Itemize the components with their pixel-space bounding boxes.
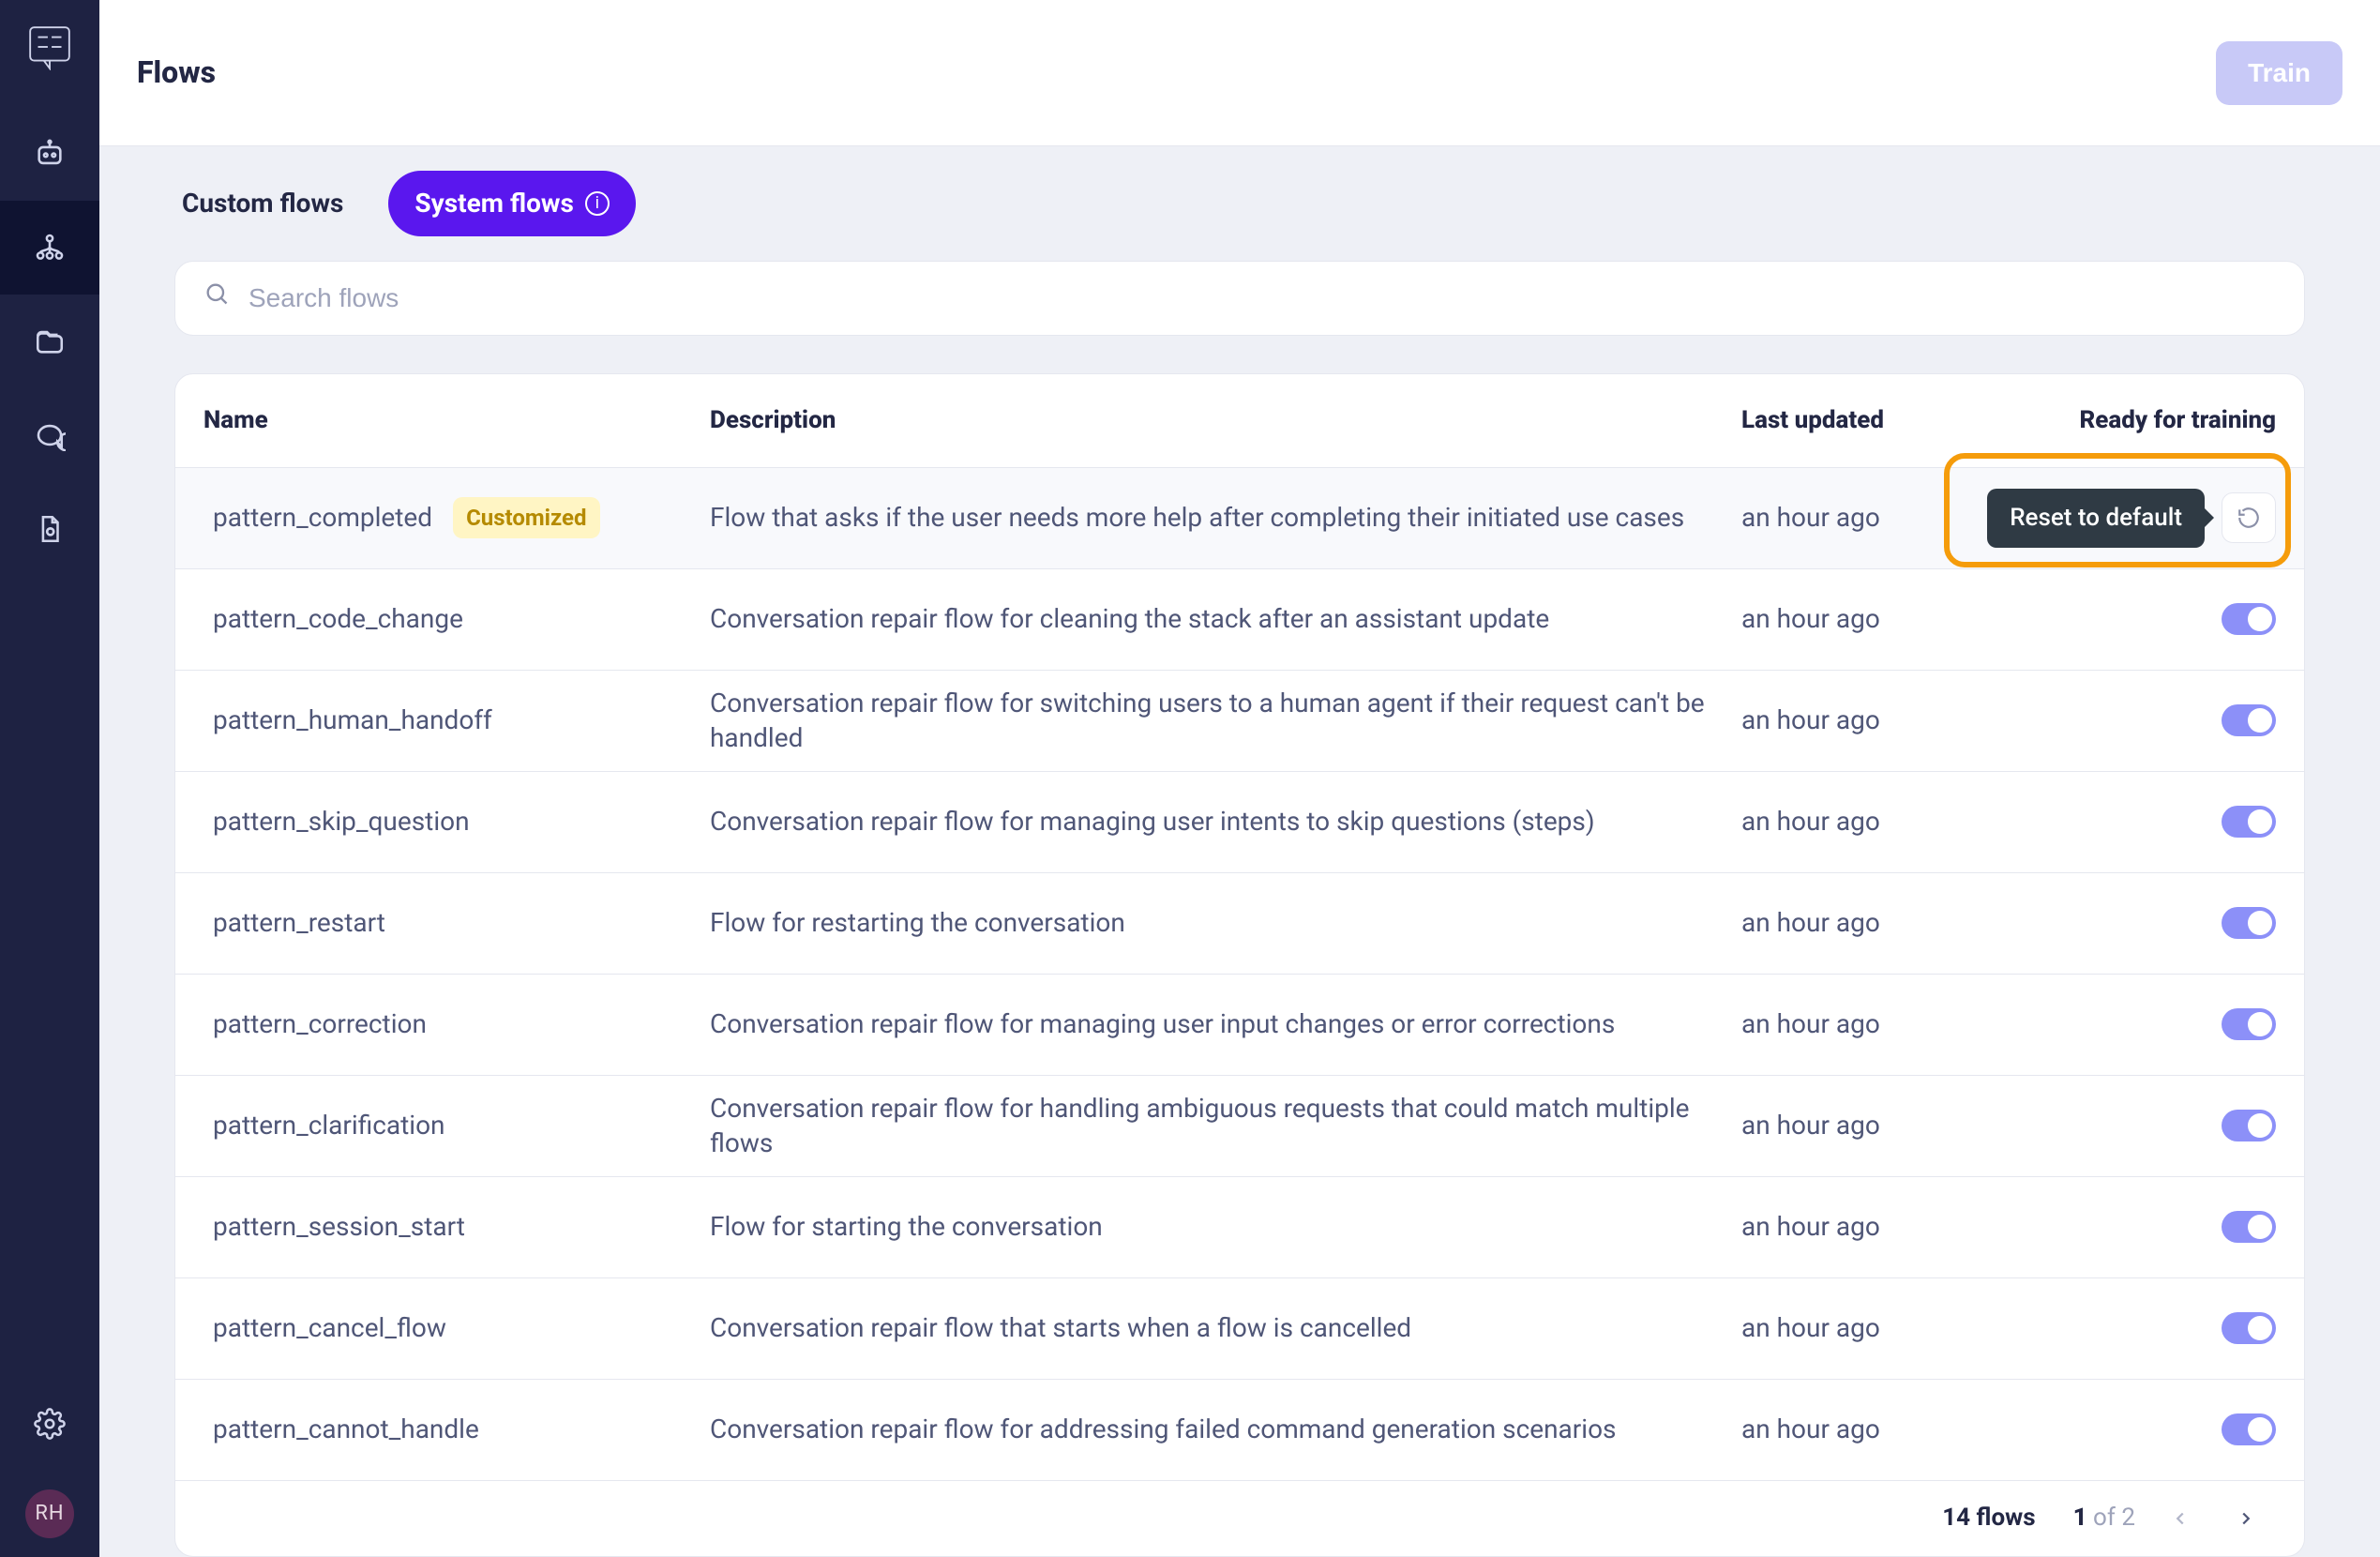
ready-toggle[interactable] — [2222, 1413, 2276, 1445]
table-row[interactable]: pattern_cannot_handle Conversation repair… — [175, 1380, 2304, 1481]
nav-documents[interactable] — [0, 482, 99, 576]
flow-description: Conversation repair flow for addressing … — [710, 1412, 1741, 1447]
page-indicator: 1 of 2 — [2073, 1502, 2135, 1534]
table-row[interactable]: pattern_clarification Conversation repair… — [175, 1076, 2304, 1177]
table-row[interactable]: pattern_completed Customized Flow that ask… — [175, 468, 2304, 569]
ready-toggle[interactable] — [2222, 1110, 2276, 1141]
flow-name: pattern_completed — [213, 500, 432, 536]
flow-name: pattern_session_start — [213, 1209, 465, 1245]
tabs: Custom flows System flows i — [137, 171, 2342, 236]
tab-system-flows[interactable]: System flows i — [388, 171, 635, 236]
prev-page[interactable] — [2160, 1498, 2201, 1539]
nav-conversations[interactable] — [0, 388, 99, 482]
ready-toggle[interactable] — [2222, 1312, 2276, 1344]
flow-name: pattern_correction — [213, 1006, 427, 1042]
ready-toggle[interactable] — [2222, 603, 2276, 635]
side-navigation — [0, 107, 99, 576]
logo-icon — [25, 23, 74, 71]
table-row[interactable]: pattern_code_change Conversation repair f… — [175, 569, 2304, 671]
ready-toggle[interactable] — [2222, 907, 2276, 939]
flow-description: Flow for restarting the conversation — [710, 905, 1741, 941]
page-title: Flows — [137, 53, 216, 93]
customized-badge: Customized — [453, 497, 599, 538]
table-row[interactable]: pattern_correction Conversation repair fl… — [175, 975, 2304, 1076]
next-page[interactable] — [2225, 1498, 2267, 1539]
flow-name: pattern_cancel_flow — [213, 1310, 446, 1346]
flow-updated: an hour ago — [1741, 1006, 1985, 1042]
ready-toggle[interactable] — [2222, 1211, 2276, 1243]
flow-updated: an hour ago — [1741, 1108, 1985, 1143]
flow-name: pattern_code_change — [213, 601, 463, 637]
pager: 1 of 2 — [2073, 1498, 2267, 1539]
flow-updated: an hour ago — [1741, 1310, 1985, 1346]
avatar[interactable]: RH — [25, 1489, 74, 1538]
table-header: Name Description Last updated Ready for … — [175, 374, 2304, 468]
sidebar: RH — [0, 0, 99, 1557]
search-input[interactable] — [247, 282, 2276, 314]
flow-name: pattern_clarification — [213, 1108, 445, 1143]
col-description: Description — [710, 404, 1741, 437]
nav-assistant[interactable] — [0, 107, 99, 201]
table-row[interactable]: pattern_human_handoff Conversation repair… — [175, 671, 2304, 772]
flow-description: Conversation repair flow for cleaning th… — [710, 601, 1741, 637]
flow-description: Conversation repair flow for managing us… — [710, 1006, 1741, 1042]
ready-toggle[interactable] — [2222, 1008, 2276, 1040]
flow-updated: an hour ago — [1741, 905, 1985, 941]
flow-name: pattern_skip_question — [213, 804, 470, 839]
search-icon — [203, 280, 230, 316]
flow-description: Conversation repair flow for switching u… — [710, 686, 1741, 757]
flow-name: pattern_restart — [213, 905, 385, 941]
flow-updated: an hour ago — [1741, 1412, 1985, 1447]
col-updated: Last updated — [1741, 404, 1985, 437]
reset-to-default-button[interactable] — [2222, 492, 2276, 543]
topbar: Flows Train — [99, 0, 2380, 146]
info-icon: i — [585, 191, 610, 216]
flow-description: Conversation repair flow for managing us… — [710, 804, 1741, 839]
col-name: Name — [203, 404, 710, 437]
nav-files[interactable] — [0, 295, 99, 388]
flow-description: Conversation repair flow that starts whe… — [710, 1310, 1741, 1346]
flow-updated: an hour ago — [1741, 500, 1985, 536]
tab-custom-flows[interactable]: Custom flows — [156, 171, 369, 236]
table-row[interactable]: pattern_restart Flow for restarting the c… — [175, 873, 2304, 975]
flow-description: Conversation repair flow for handling am… — [710, 1091, 1741, 1162]
table-row[interactable]: pattern_skip_question Conversation repair… — [175, 772, 2304, 873]
train-button[interactable]: Train — [2216, 41, 2342, 105]
flow-updated: an hour ago — [1741, 804, 1985, 839]
flow-updated: an hour ago — [1741, 601, 1985, 637]
ready-toggle[interactable] — [2222, 806, 2276, 838]
main-content: Flows Train Custom flows System flows i … — [99, 0, 2380, 1557]
reset-tooltip: Reset to default — [1987, 489, 2205, 548]
flow-description: Flow for starting the conversation — [710, 1209, 1741, 1245]
flow-description: Flow that asks if the user needs more he… — [710, 500, 1741, 536]
nav-settings[interactable] — [34, 1377, 66, 1471]
flow-name: pattern_cannot_handle — [213, 1412, 479, 1447]
table-footer: 14 flows 1 of 2 — [175, 1481, 2304, 1556]
table-row[interactable]: pattern_cancel_flow Conversation repair f… — [175, 1278, 2304, 1380]
flow-name: pattern_human_handoff — [213, 703, 492, 738]
col-ready: Ready for training — [1985, 404, 2276, 437]
table-row[interactable]: pattern_session_start Flow for starting t… — [175, 1177, 2304, 1278]
flow-updated: an hour ago — [1741, 1209, 1985, 1245]
flow-count: 14 flows — [1942, 1502, 2035, 1534]
flow-updated: an hour ago — [1741, 703, 1985, 738]
ready-toggle[interactable] — [2222, 704, 2276, 736]
tab-system-flows-label: System flows — [414, 186, 573, 221]
flows-table: Name Description Last updated Ready for … — [174, 373, 2305, 1557]
search-bar — [174, 261, 2305, 336]
nav-flows[interactable] — [0, 201, 99, 295]
